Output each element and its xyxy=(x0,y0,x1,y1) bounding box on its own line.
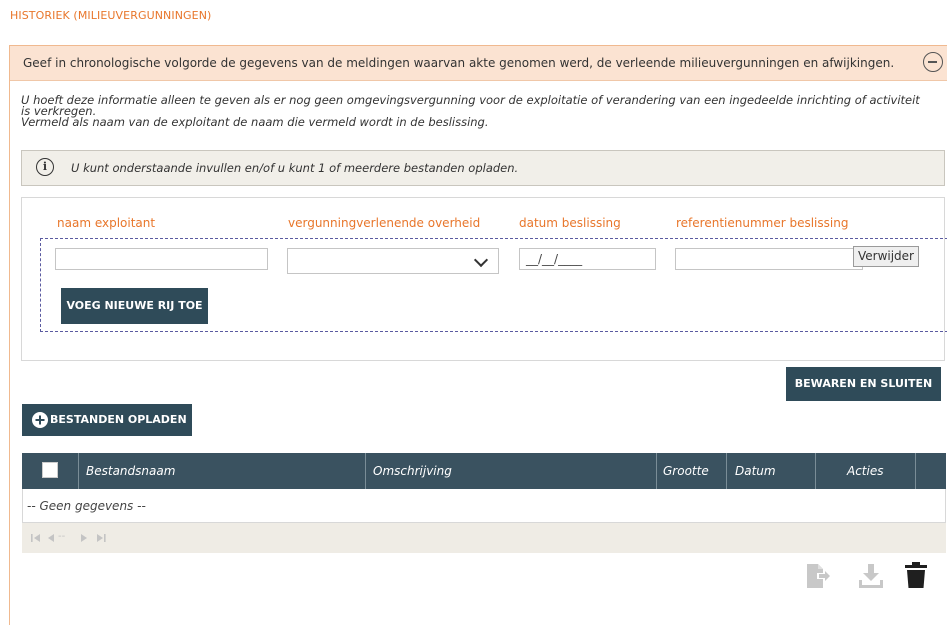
table-row-empty: -- Geen gegevens -- xyxy=(22,489,946,523)
column-acties: Acties xyxy=(847,464,884,478)
chevron-down-icon xyxy=(473,252,489,268)
datum-beslissing-input[interactable]: __/__/____ xyxy=(519,248,656,270)
overheid-select[interactable] xyxy=(287,248,499,274)
upload-files-button[interactable]: BESTANDEN OPLADEN xyxy=(22,404,192,436)
intro-text: Geef in chronologische volgorde de gegev… xyxy=(23,56,895,70)
files-table-header: Bestandsnaam Omschrijving Grootte Datum … xyxy=(22,453,946,489)
info-icon: i xyxy=(36,158,54,176)
header-datum-beslissing: datum beslissing xyxy=(519,216,621,230)
column-omschrijving[interactable]: Omschrijving xyxy=(373,464,452,478)
add-row-button[interactable]: VOEG NIEUWE RIJ TOE xyxy=(61,288,208,324)
info-text: U kunt onderstaande invullen en/of u kun… xyxy=(71,161,519,175)
upload-files-label: BESTANDEN OPLADEN xyxy=(50,413,187,426)
download-icon[interactable] xyxy=(858,563,884,589)
column-grootte[interactable]: Grootte xyxy=(663,464,709,478)
column-divider xyxy=(656,453,657,489)
pager-bar: -- xyxy=(22,523,946,553)
column-divider xyxy=(815,453,816,489)
next-page-icon[interactable] xyxy=(80,533,88,543)
header-naam-exploitant: naam exploitant xyxy=(57,216,156,230)
column-divider xyxy=(78,453,79,489)
last-page-icon[interactable] xyxy=(96,533,106,543)
first-page-icon[interactable] xyxy=(31,533,41,543)
referentienummer-input[interactable] xyxy=(675,248,863,270)
remove-row-button[interactable]: Verwijder xyxy=(853,246,919,267)
column-bestandsnaam[interactable]: Bestandsnaam xyxy=(86,464,175,478)
header-vergunningverlenende-overheid: vergunningverlenende overheid xyxy=(288,216,481,230)
page-title: HISTORIEK (MILIEUVERGUNNINGEN) xyxy=(10,9,212,22)
trash-icon[interactable] xyxy=(904,562,928,589)
plus-circle-icon xyxy=(32,412,48,428)
export-icon[interactable] xyxy=(806,563,830,589)
help-line-3: Vermeld als naam van de exploitant de na… xyxy=(21,115,489,129)
form-panel: naam exploitant vergunningverlenende ove… xyxy=(21,197,947,361)
page-indicator: -- xyxy=(58,531,66,542)
column-divider xyxy=(915,453,916,489)
prev-page-icon[interactable] xyxy=(47,533,55,543)
collapse-icon[interactable] xyxy=(923,52,943,72)
select-all-checkbox[interactable] xyxy=(42,462,58,478)
help-line-1: U hoeft deze informatie alleen te geven … xyxy=(21,93,920,107)
column-divider xyxy=(365,453,366,489)
datum-placeholder: __/__/____ xyxy=(526,252,583,266)
column-datum[interactable]: Datum xyxy=(735,464,776,478)
help-text: U hoeft deze informatie alleen te geven … xyxy=(21,93,946,129)
header-referentienummer: referentienummer beslissing xyxy=(676,216,849,230)
empty-text: -- Geen gegevens -- xyxy=(27,499,146,513)
intro-bar: Geef in chronologische volgorde de gegev… xyxy=(10,46,947,81)
column-divider xyxy=(726,453,727,489)
info-box: i U kunt onderstaande invullen en/of u k… xyxy=(21,150,945,186)
save-close-button[interactable]: BEWAREN EN SLUITEN xyxy=(786,367,941,401)
naam-exploitant-input[interactable] xyxy=(55,248,268,270)
